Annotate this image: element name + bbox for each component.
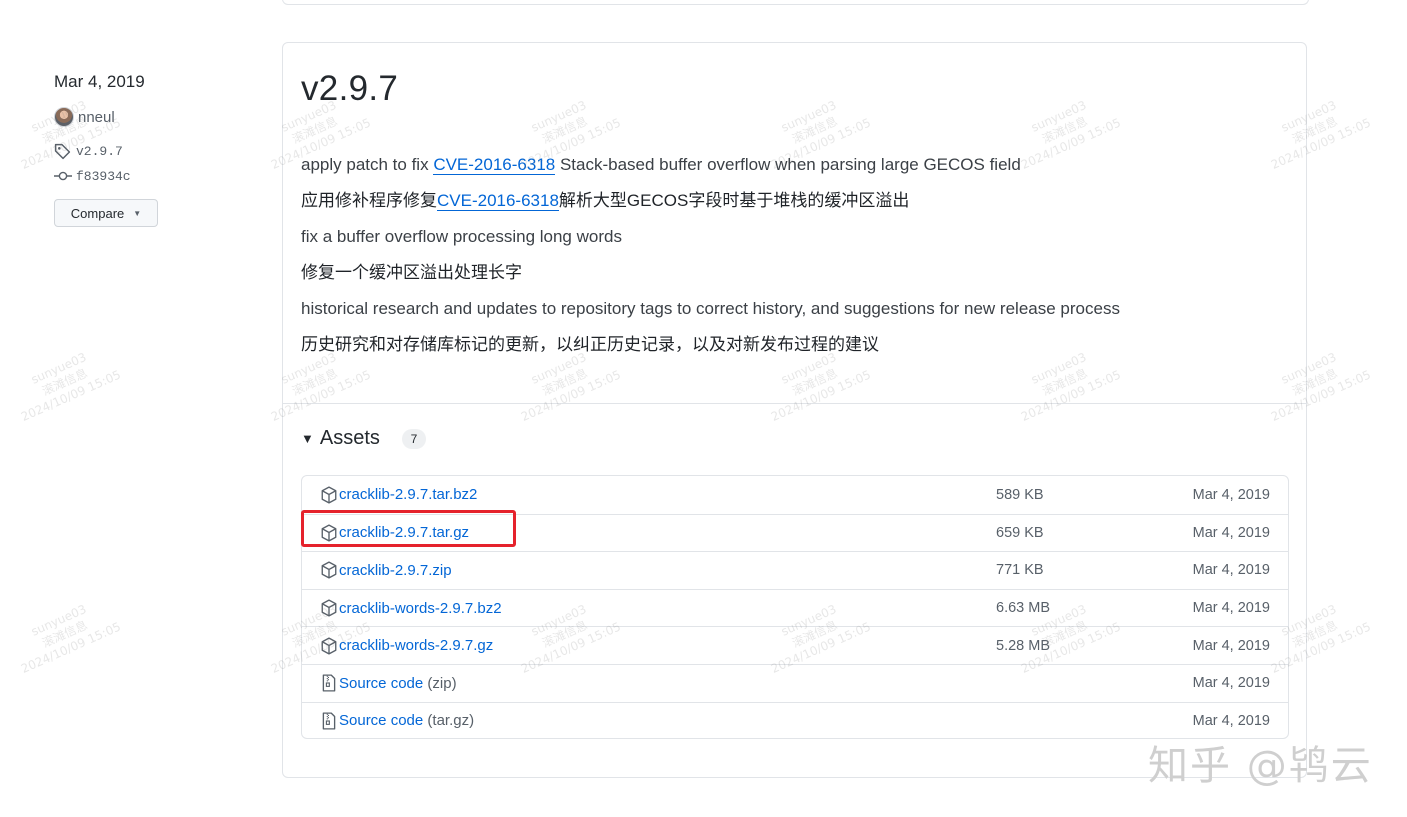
asset-row: cracklib-words-2.9.7.bz2 6.63 MB Mar 4, 20… [302,588,1288,627]
asset-date: Mar 4, 2019 [1192,675,1270,692]
asset-name: cracklib-words-2.9.7.gz [339,637,494,655]
asset-suffix: (tar.gz) [423,712,475,730]
note-line: 历史研究和对存储库标记的更新，以纠正历史记录，以及对新发布过程的建议 [301,335,879,354]
tag-icon [54,142,76,160]
author-row[interactable]: nneul [54,107,115,127]
watermark-text: sunyue03滚滩信息2024/10/09 15:05 [18,601,123,677]
divider [283,403,1306,404]
release-date: Mar 4, 2019 [54,72,145,91]
asset-link[interactable]: cracklib-words-2.9.7.gz [339,637,493,654]
assets-list: cracklib-2.9.7.tar.bz2 589 KB Mar 4, 2019 c… [301,475,1289,739]
package-icon [320,561,338,580]
asset-date: Mar 4, 2019 [1192,486,1270,503]
cve-link[interactable]: CVE-2016-6318 [433,155,556,175]
package-icon [320,599,338,617]
asset-name: cracklib-words-2.9.7.bz2 [339,599,502,617]
release-notes: apply patch to fix CVE-2016-6318 Stack-b… [301,151,1281,367]
package-icon [320,637,338,655]
asset-row: Source code (zip) Mar 4, 2019 [302,663,1288,702]
asset-suffix: (zip) [423,674,457,692]
asset-size: 589 KB [996,486,1044,503]
asset-link[interactable]: Source code (zip) [339,675,457,692]
asset-row: cracklib-2.9.7.tar.bz2 589 KB Mar 4, 2019 [302,476,1288,514]
asset-name: cracklib-2.9.7.zip [339,561,452,579]
asset-date: Mar 4, 2019 [1192,712,1270,729]
asset-link[interactable]: cracklib-2.9.7.zip [339,562,452,579]
asset-link[interactable]: cracklib-2.9.7.tar.bz2 [339,486,477,503]
asset-link[interactable]: Source code (tar.gz) [339,712,474,729]
avatar[interactable] [54,107,74,127]
commit-row[interactable]: f83934c [54,167,131,185]
asset-size: 659 KB [996,524,1044,541]
asset-row: Source code (tar.gz) Mar 4, 2019 [302,701,1288,738]
tag-name[interactable]: v2.9.7 [76,144,123,159]
asset-row: cracklib-words-2.9.7.gz 5.28 MB Mar 4, 201… [302,626,1288,664]
file-zip-icon [320,674,338,692]
cve-link[interactable]: CVE-2016-6318 [437,191,559,211]
note-line: apply patch to fix CVE-2016-6318 Stack-b… [301,155,1021,175]
assets-header[interactable]: ▼ Assets 7 [301,427,426,450]
tag-row[interactable]: v2.9.7 [54,142,123,160]
asset-date: Mar 4, 2019 [1192,600,1270,617]
asset-date: Mar 4, 2019 [1192,524,1270,541]
compare-button[interactable]: Compare ▼ [54,199,158,227]
commit-icon [54,167,76,185]
previous-release-card [282,0,1309,5]
watermark-text: sunyue03滚滩信息2024/10/09 15:05 [18,98,123,173]
note-line: fix a buffer overflow processing long wo… [301,227,622,246]
asset-date: Mar 4, 2019 [1192,637,1270,654]
watermark-text: sunyue03滚滩信息2024/10/09 15:05 [18,349,123,425]
assets-title[interactable]: Assets [320,427,380,450]
asset-name: Source code [339,674,424,692]
asset-row: cracklib-2.9.7.tar.gz 659 KB Mar 4, 2019 [302,513,1288,552]
author-name[interactable]: nneul [78,109,115,126]
asset-name: cracklib-2.9.7.tar.gz [339,524,470,542]
release-title[interactable]: v2.9.7 [301,69,398,109]
asset-name: Source code [339,712,424,730]
asset-row: cracklib-2.9.7.zip 771 KB Mar 4, 2019 [302,551,1288,589]
asset-size: 5.28 MB [996,637,1050,654]
release-card: v2.9.7 apply patch to fix CVE-2016-6318 … [282,42,1307,778]
asset-date: Mar 4, 2019 [1192,562,1270,579]
chevron-down-icon: ▼ [133,208,142,218]
asset-link[interactable]: cracklib-words-2.9.7.bz2 [339,600,502,617]
zhihu-watermark: 知乎 @鸨云 [1148,743,1373,789]
asset-size: 6.63 MB [996,600,1050,617]
assets-count-badge: 7 [401,428,426,449]
package-icon [320,486,338,504]
note-line: 应用修补程序修复CVE-2016-6318解析大型GECOS字段时基于堆栈的缓冲… [301,191,910,211]
asset-link[interactable]: cracklib-2.9.7.tar.gz [339,524,469,541]
triangle-down-icon[interactable]: ▼ [301,431,314,446]
compare-label: Compare [70,205,125,221]
asset-size: 771 KB [996,562,1044,579]
asset-name: cracklib-2.9.7.tar.bz2 [339,486,478,504]
note-line: 修复一个缓冲区溢出处理长字 [301,263,522,282]
package-icon [320,524,338,542]
file-zip-icon [320,712,338,730]
release-sidebar: Mar 4, 2019 nneul v2.9.7 f83934c Compare… [54,70,254,227]
commit-sha[interactable]: f83934c [76,169,131,184]
note-line: historical research and updates to repos… [301,299,1120,318]
